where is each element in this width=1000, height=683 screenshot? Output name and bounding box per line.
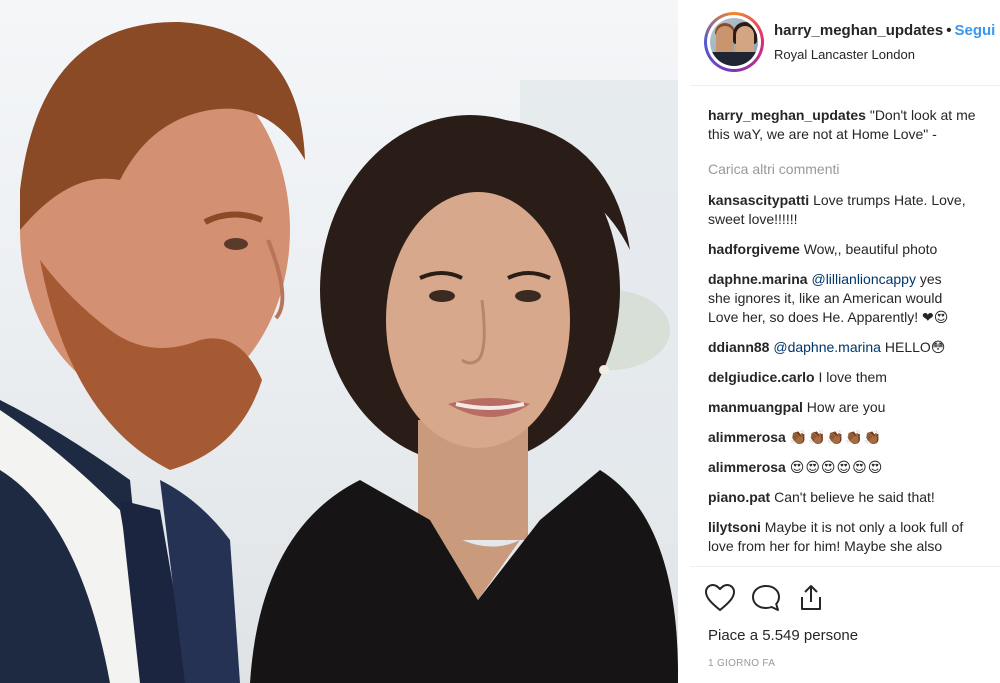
post-location[interactable]: Royal Lancaster London [774,47,915,62]
comment-username[interactable]: hadforgiveme [708,241,800,257]
comment-username[interactable]: piano.pat [708,489,770,505]
comment-mention[interactable]: @daphne.marina [773,339,881,355]
comment-text: Can't believe he said that! [774,489,935,505]
comment-text: sweet love!!!!!! [708,211,798,227]
comment-username[interactable]: manmuangpal [708,399,803,415]
caption-text-line2: this waY, we are not at Home Love" - [708,126,937,142]
follow-button[interactable]: Segui [955,22,996,39]
comments-list[interactable]: harry_meghan_updates "Don't look at me t… [708,106,1000,566]
comment-text: Wow,, beautiful photo [803,241,938,257]
post-timestamp: 1 GIORNO FA [708,658,776,669]
comment-username[interactable]: ddiann88 [708,339,769,355]
comment-item: lilytsoni Maybe it is not only a look fu… [708,518,1000,556]
load-more-comments-button[interactable]: Carica altri commenti [708,160,1000,179]
caption-text-line1: "Don't look at me [869,107,976,123]
comment-item: daphne.marina @lillianlioncappy yes she … [708,270,1000,327]
comment-item: ddiann88 @daphne.marina HELLO😳 [708,338,1000,357]
comment-text: How are you [806,399,886,415]
post-header: harry_meghan_updates • Segui Royal Lancast… [690,0,1000,86]
post-sidebar: harry_meghan_updates • Segui Royal Lancast… [690,0,1000,683]
avatar[interactable] [704,12,764,72]
comment-icon[interactable] [750,583,782,618]
comment-text: 😍😍😍😍😍😍 [789,459,884,475]
post-username[interactable]: harry_meghan_updates [774,22,943,39]
comment-username[interactable]: daphne.marina [708,271,808,287]
comment-item: piano.pat Can't believe he said that! [708,488,1000,507]
comment-item: manmuangpal How are you [708,398,1000,417]
comment-text: love from her for him! Maybe she also [708,538,943,554]
comment-text: I love them [818,369,887,385]
comment-username[interactable]: kansascitypatti [708,192,809,208]
comment-username[interactable]: delgiudice.carlo [708,369,815,385]
post-photo[interactable] [0,0,678,683]
heart-icon[interactable] [704,583,736,618]
post-actions: Piace a 5.549 persone 1 GIORNO FA [690,566,1000,683]
comment-username[interactable]: lilytsoni [708,519,761,535]
comment-text: HELLO😳 [884,339,946,355]
comment-item: delgiudice.carlo I love them [708,368,1000,387]
comment-text: Love trumps Hate. Love, [813,192,966,208]
comment-item: alimmerosa 👏🏾👏🏾👏🏾👏🏾👏🏾 [708,428,1000,447]
comment-mention[interactable]: @lillianlioncappy [811,271,916,287]
post-username-line: harry_meghan_updates • Segui [774,22,995,39]
comment-username[interactable]: alimmerosa [708,429,786,445]
comment-text: she ignores it, like an American would [708,290,943,306]
caption-username[interactable]: harry_meghan_updates [708,107,866,123]
photo-illustration [0,21,678,683]
comment-item: hadforgiveme Wow,, beautiful photo [708,240,1000,259]
comment-item: alimmerosa 😍😍😍😍😍😍 [708,458,1000,477]
likes-count[interactable]: Piace a 5.549 persone [708,627,858,644]
comment-text: 👏🏾👏🏾👏🏾👏🏾👏🏾 [789,429,882,445]
action-icons [704,583,835,615]
comment-text: Maybe it is not only a look full of [764,519,964,535]
comment-username[interactable]: alimmerosa [708,459,786,475]
separator-dot: • [946,22,952,39]
avatar-border [707,15,761,69]
comment-text: yes [919,271,942,287]
comment-text: Love her, so does He. Apparently! ❤😍 [708,309,949,325]
comment-item: kansascitypatti Love trumps Hate. Love, … [708,191,1000,229]
post-caption: harry_meghan_updates "Don't look at me t… [708,106,1000,144]
avatar-image [710,18,758,66]
share-icon[interactable] [797,583,825,618]
